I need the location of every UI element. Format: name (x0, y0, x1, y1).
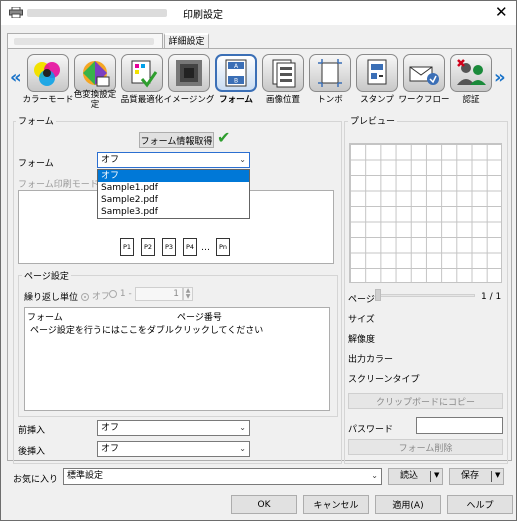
output-color-label: 出力カラー (348, 355, 394, 365)
form-label: フォーム (18, 159, 54, 169)
form-select[interactable]: オフ ⌄ (97, 152, 250, 168)
color-convert-icon (74, 54, 116, 92)
title-bar: 印刷設定 ✕ (1, 1, 516, 25)
tab-detail-settings[interactable]: 詳細設定 (164, 33, 209, 49)
page-icon-p1: P1 (120, 238, 134, 256)
chevron-down-icon: ⌄ (239, 155, 246, 164)
radio-icon (81, 292, 89, 301)
ok-button[interactable]: OK (231, 495, 297, 514)
help-button[interactable]: ヘルプ (447, 495, 513, 514)
page-settings-label: ページ設定 (22, 269, 71, 282)
form-group-label: フォーム (16, 114, 56, 127)
form-dropdown-list: オフ Sample1.pdf Sample2.pdf Sample3.pdf (97, 169, 250, 219)
dropdown-option-sample3[interactable]: Sample3.pdf (98, 206, 249, 218)
repeat-count-spinner[interactable]: 1 (135, 287, 183, 301)
check-icon: ✔ (217, 128, 231, 147)
front-insert-select[interactable]: オフ ⌄ (97, 420, 250, 436)
page-icon-p2: P2 (141, 238, 155, 256)
form-icon: AB (215, 54, 257, 92)
form-print-mode-label: フォーム印刷モード (18, 180, 99, 190)
delete-form-button[interactable]: フォーム削除 (348, 439, 503, 455)
dropdown-option-sample2[interactable]: Sample2.pdf (98, 194, 249, 206)
workflow-icon (403, 54, 445, 92)
close-icon[interactable]: ✕ (495, 4, 508, 20)
dropdown-arrow-icon: ▼ (495, 471, 501, 479)
radio-icon (109, 289, 117, 298)
back-insert-label: 後挿入 (18, 447, 46, 457)
chevron-down-icon: ⌄ (371, 471, 378, 480)
screen-type-label: スクリーンタイプ (348, 375, 420, 385)
repeat-off-radio[interactable]: オフ (81, 289, 110, 302)
printer-icon (9, 7, 23, 18)
dropdown-option-off[interactable]: オフ (98, 170, 249, 182)
save-button[interactable]: 保存 ▼ (449, 468, 504, 485)
preview-page-label: ページ (348, 295, 375, 305)
load-button[interactable]: 読込 ▼ (388, 468, 443, 485)
printer-name-redacted (27, 9, 167, 17)
size-label: サイズ (348, 315, 375, 325)
dropdown-option-sample1[interactable]: Sample1.pdf (98, 182, 249, 194)
spinner-arrows-icon[interactable]: ▲ ▼ (183, 287, 193, 301)
column-header-page-number: ページ番号 (177, 313, 222, 323)
back-insert-select[interactable]: オフ ⌄ (97, 441, 250, 457)
page-icon-p4: P4 (183, 238, 197, 256)
page-icon-p3: P3 (162, 238, 176, 256)
column-header-form: フォーム (27, 313, 63, 323)
page-slider-track (379, 294, 475, 297)
page-settings-hint: ページ設定を行うにはここをダブルクリックしてください (30, 326, 264, 336)
page-icon-pn: Pn (216, 238, 230, 256)
repeat-unit-label: 繰り返し単位 (24, 293, 79, 303)
scroll-left-icon[interactable]: « (10, 67, 22, 88)
toolbar-authentication[interactable]: 認証 (448, 52, 494, 108)
stamp-icon (356, 54, 398, 92)
window-title: 印刷設定 (183, 10, 223, 21)
cancel-button[interactable]: キャンセル (303, 495, 369, 514)
password-input[interactable] (416, 417, 503, 434)
chevron-down-icon: ⌄ (239, 444, 246, 453)
preview-label: プレビュー (348, 114, 398, 127)
print-settings-window: 印刷設定 ✕ 詳細設定 « » カラーモード 色変換設定 定 品質最適化 イメー… (0, 0, 517, 521)
front-insert-label: 前挿入 (18, 426, 46, 436)
favorites-select[interactable]: 標準設定 ⌄ (63, 468, 382, 485)
crop-marks-icon (309, 54, 351, 92)
ellipsis: … (201, 243, 210, 253)
copy-to-clipboard-button[interactable]: クリップボードにコピー (348, 393, 503, 409)
quality-icon (121, 54, 163, 92)
scroll-right-icon[interactable]: » (494, 67, 506, 88)
page-slider-thumb[interactable] (375, 289, 381, 301)
imaging-icon (168, 54, 210, 92)
page-count: 1 / 1 (481, 292, 502, 302)
resolution-label: 解像度 (348, 335, 376, 345)
chevron-down-icon: ⌄ (239, 423, 246, 432)
tab-printer-basic[interactable] (7, 33, 163, 49)
get-form-info-button[interactable]: フォーム情報取得 (139, 132, 214, 148)
password-label: パスワード (348, 425, 394, 435)
preview-grid (349, 143, 502, 283)
authentication-icon (450, 54, 492, 92)
image-position-icon (262, 54, 304, 92)
svg-text:B: B (234, 78, 238, 85)
favorites-label: お気に入り (13, 475, 59, 485)
repeat-1-radio[interactable]: 1 - (109, 289, 132, 299)
apply-button[interactable]: 適用(A) (375, 495, 441, 514)
dropdown-arrow-icon: ▼ (434, 471, 440, 479)
color-mode-icon (27, 54, 69, 92)
